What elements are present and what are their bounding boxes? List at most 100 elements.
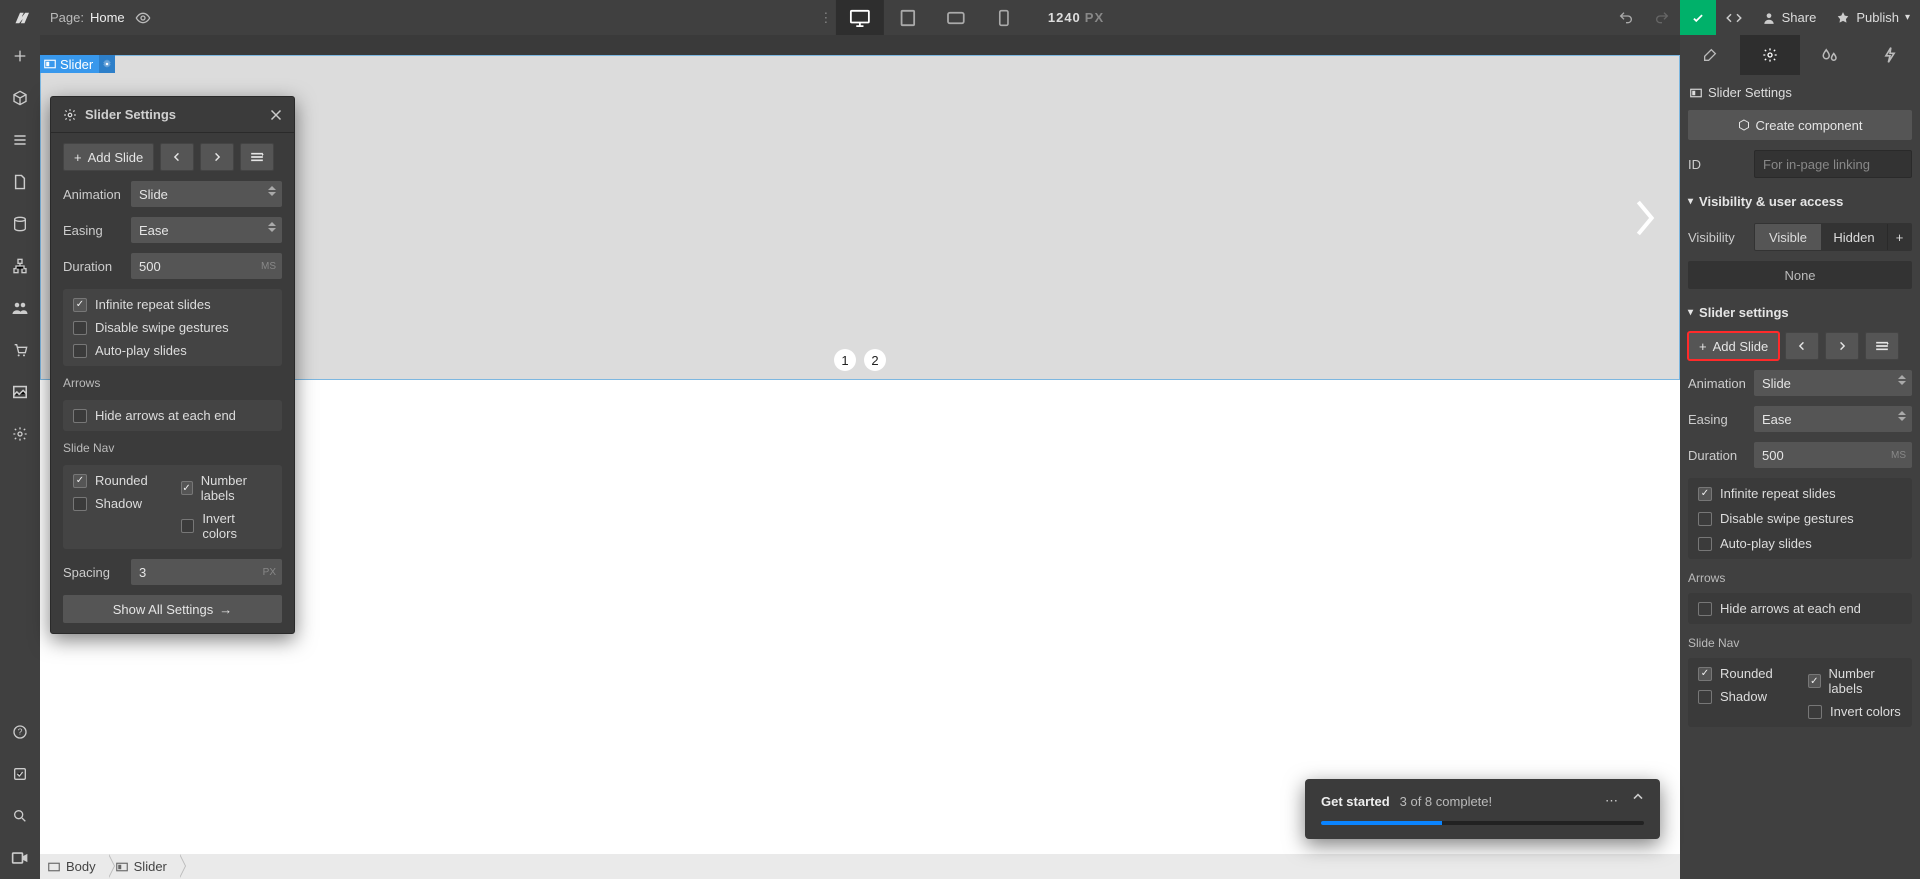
gear-icon — [12, 426, 28, 442]
audit-button[interactable] — [0, 753, 40, 795]
navigator-button[interactable] — [0, 119, 40, 161]
style-tab[interactable] — [1680, 35, 1740, 75]
rounded-checkbox[interactable]: Rounded — [73, 473, 165, 488]
webflow-logo[interactable] — [0, 0, 40, 35]
assets-button[interactable] — [0, 329, 40, 371]
rocket-icon — [1836, 11, 1850, 25]
slide-menu-button[interactable] — [240, 143, 274, 171]
settings-button[interactable] — [0, 413, 40, 455]
shadow-checkbox[interactable]: Shadow — [1698, 689, 1792, 704]
breadcrumb-body[interactable]: Body — [40, 854, 108, 879]
body-icon — [48, 862, 60, 872]
slidenav-section-label: Slide Nav — [63, 441, 282, 455]
shadow-checkbox[interactable]: Shadow — [73, 496, 165, 511]
create-component-button[interactable]: Create component — [1688, 110, 1912, 140]
easing-select[interactable]: Ease — [1754, 406, 1912, 432]
number-labels-checkbox[interactable]: Number labels — [1808, 666, 1902, 696]
animation-select[interactable]: Slide — [131, 181, 282, 207]
pages-button[interactable] — [0, 161, 40, 203]
publish-button[interactable]: Publish▾ — [1826, 10, 1920, 25]
search-button[interactable] — [0, 795, 40, 837]
duration-input[interactable]: 500MS — [1754, 442, 1912, 468]
visibility-add[interactable]: + — [1887, 224, 1911, 250]
chevron-right-icon — [213, 152, 221, 162]
phone-icon — [997, 9, 1011, 27]
cube-icon — [12, 90, 28, 106]
breakpoint-landscape[interactable] — [932, 0, 980, 35]
chevron-right-icon — [1838, 341, 1846, 351]
show-all-settings-button[interactable]: Show All Settings→ — [63, 595, 282, 623]
add-slide-button[interactable]: +Add Slide — [1688, 332, 1779, 360]
preview-toggle[interactable] — [135, 10, 151, 26]
undo-button[interactable] — [1608, 0, 1644, 35]
share-button[interactable]: Share — [1752, 10, 1827, 25]
disable-swipe-checkbox[interactable]: Disable swipe gestures — [1698, 511, 1902, 526]
style-manager-tab[interactable] — [1800, 35, 1860, 75]
add-element-button[interactable] — [0, 35, 40, 77]
visibility-none[interactable]: None — [1688, 261, 1912, 289]
autoplay-checkbox[interactable]: Auto-play slides — [73, 343, 272, 358]
slide-menu-button[interactable] — [1865, 332, 1899, 360]
breadcrumb-bar: Body Slider — [40, 854, 1680, 879]
code-export[interactable] — [1716, 0, 1752, 35]
interactions-tab[interactable] — [1860, 35, 1920, 75]
eye-icon — [135, 10, 151, 26]
redo-icon — [1654, 10, 1670, 26]
animation-select[interactable]: Slide — [1754, 370, 1912, 396]
video-button[interactable] — [0, 837, 40, 879]
invert-colors-checkbox[interactable]: Invert colors — [1808, 704, 1902, 719]
users-button[interactable] — [0, 287, 40, 329]
toast-more[interactable]: ⋯ — [1605, 793, 1618, 809]
prev-slide-button[interactable] — [160, 143, 194, 171]
disable-swipe-checkbox[interactable]: Disable swipe gestures — [73, 320, 272, 335]
invert-colors-checkbox[interactable]: Invert colors — [181, 511, 273, 541]
breadcrumb-slider[interactable]: Slider — [108, 854, 179, 879]
duration-label: Duration — [1688, 448, 1746, 463]
breakpoint-more[interactable]: ⋮ — [816, 10, 836, 26]
breakpoint-phone[interactable] — [980, 0, 1028, 35]
add-slide-button[interactable]: +Add Slide — [63, 143, 154, 171]
components-button[interactable] — [0, 77, 40, 119]
checklist-icon — [12, 766, 28, 782]
caret-down-icon: ▾ — [1688, 307, 1693, 318]
slide-dot-2[interactable]: 2 — [864, 349, 886, 371]
infinite-repeat-checkbox[interactable]: Infinite repeat slides — [1698, 486, 1902, 501]
autoplay-checkbox[interactable]: Auto-play slides — [1698, 536, 1902, 551]
slider-nav: 1 2 — [834, 349, 886, 371]
status-indicator[interactable] — [1680, 0, 1716, 35]
breakpoint-desktop[interactable] — [836, 0, 884, 35]
help-button[interactable]: ? — [0, 711, 40, 753]
infinite-repeat-checkbox[interactable]: Infinite repeat slides — [73, 297, 272, 312]
element-tag[interactable]: Slider — [40, 55, 115, 73]
number-labels-checkbox[interactable]: Number labels — [181, 473, 273, 503]
breakpoint-tablet[interactable] — [884, 0, 932, 35]
tablet-icon — [899, 9, 917, 27]
hide-arrows-checkbox[interactable]: Hide arrows at each end — [1698, 601, 1902, 616]
slider-next-arrow[interactable] — [1631, 198, 1659, 238]
slide-dot-1[interactable]: 1 — [834, 349, 856, 371]
image-button[interactable] — [0, 371, 40, 413]
cms-button[interactable] — [0, 203, 40, 245]
spacing-input[interactable]: 3PX — [131, 559, 282, 585]
toast-collapse[interactable] — [1632, 793, 1644, 809]
spacing-label: Spacing — [63, 565, 123, 580]
popover-close[interactable] — [270, 109, 282, 121]
page-name[interactable]: Home — [90, 10, 125, 25]
element-settings-trigger[interactable] — [99, 55, 115, 73]
next-slide-button[interactable] — [1825, 332, 1859, 360]
plus-icon — [12, 48, 28, 64]
next-slide-button[interactable] — [200, 143, 234, 171]
ecommerce-button[interactable] — [0, 245, 40, 287]
easing-select[interactable]: Ease — [131, 217, 282, 243]
settings-tab[interactable] — [1740, 35, 1800, 75]
add-slide-label: Add Slide — [1713, 339, 1769, 354]
hidden-option[interactable]: Hidden — [1821, 224, 1887, 250]
prev-slide-button[interactable] — [1785, 332, 1819, 360]
visible-option[interactable]: Visible — [1755, 224, 1821, 250]
duration-input[interactable]: 500MS — [131, 253, 282, 279]
hide-arrows-checkbox[interactable]: Hide arrows at each end — [73, 408, 272, 423]
redo-button[interactable] — [1644, 0, 1680, 35]
id-input[interactable]: For in-page linking — [1754, 150, 1912, 178]
rounded-checkbox[interactable]: Rounded — [1698, 666, 1792, 681]
slider-icon — [116, 862, 128, 872]
